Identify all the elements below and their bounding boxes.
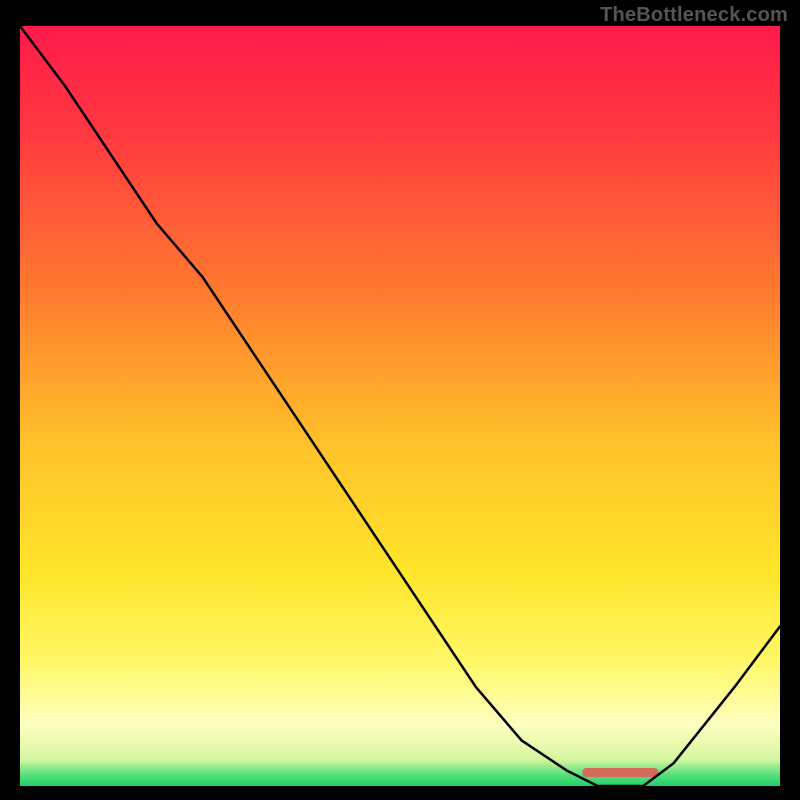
chart-frame: TheBottleneck.com — [0, 0, 800, 800]
gradient-background — [20, 26, 780, 786]
chart-extras — [582, 768, 658, 777]
bottleneck-chart — [20, 26, 780, 786]
optimum-band — [582, 768, 658, 777]
watermark-text: TheBottleneck.com — [600, 4, 788, 27]
chart-svg — [20, 26, 780, 786]
